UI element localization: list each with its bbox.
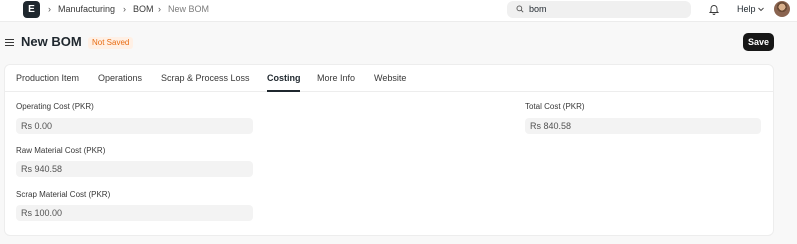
notification-bell-icon[interactable] — [708, 3, 720, 15]
status-badge: Not Saved — [88, 37, 134, 49]
scrap-material-cost-label: Scrap Material Cost (PKR) — [16, 190, 111, 199]
breadcrumb-bom[interactable]: BOM — [133, 4, 154, 14]
help-menu[interactable]: Help — [737, 4, 756, 14]
active-tab-indicator — [267, 90, 300, 92]
sidebar-toggle-icon[interactable] — [5, 39, 14, 47]
breadcrumb-new-bom[interactable]: New BOM — [168, 4, 209, 14]
operating-cost-value: Rs 0.00 — [21, 121, 53, 131]
scrap-material-cost-field[interactable]: Rs 100.00 — [16, 205, 253, 221]
breadcrumb-manufacturing[interactable]: Manufacturing — [58, 4, 115, 14]
page-title: New BOM — [21, 34, 82, 49]
tab-operations[interactable]: Operations — [98, 73, 142, 83]
app-logo[interactable]: E — [23, 1, 40, 18]
operating-cost-label: Operating Cost (PKR) — [16, 102, 94, 111]
top-navbar: E › Manufacturing › BOM › New BOM bom He… — [0, 0, 797, 22]
raw-material-cost-value: Rs 940.58 — [21, 164, 63, 174]
breadcrumb-separator: › — [123, 4, 126, 14]
tab-more-info[interactable]: More Info — [317, 73, 355, 83]
total-cost-label: Total Cost (PKR) — [525, 102, 585, 111]
form-tabs: Production Item Operations Scrap & Proce… — [5, 65, 773, 92]
operating-cost-field[interactable]: Rs 0.00 — [16, 118, 253, 134]
total-cost-field[interactable]: Rs 840.58 — [525, 118, 761, 134]
search-value: bom — [529, 4, 547, 14]
search-icon — [516, 5, 524, 13]
tab-scrap-process-loss[interactable]: Scrap & Process Loss — [161, 73, 250, 83]
breadcrumb-separator: › — [48, 4, 51, 14]
save-button[interactable]: Save — [743, 33, 774, 51]
page-header: New BOM Not Saved Save — [0, 28, 797, 58]
chevron-down-icon — [758, 7, 764, 12]
tab-website[interactable]: Website — [374, 73, 406, 83]
user-avatar[interactable] — [774, 1, 790, 17]
search-input[interactable]: bom — [507, 1, 691, 18]
tab-production-item[interactable]: Production Item — [16, 73, 79, 83]
raw-material-cost-label: Raw Material Cost (PKR) — [16, 146, 106, 155]
total-cost-value: Rs 840.58 — [530, 121, 572, 131]
tab-costing[interactable]: Costing — [267, 73, 301, 83]
scrap-material-cost-value: Rs 100.00 — [21, 208, 63, 218]
breadcrumb-separator: › — [158, 4, 161, 14]
raw-material-cost-field[interactable]: Rs 940.58 — [16, 161, 253, 177]
form-card: Production Item Operations Scrap & Proce… — [4, 64, 774, 236]
